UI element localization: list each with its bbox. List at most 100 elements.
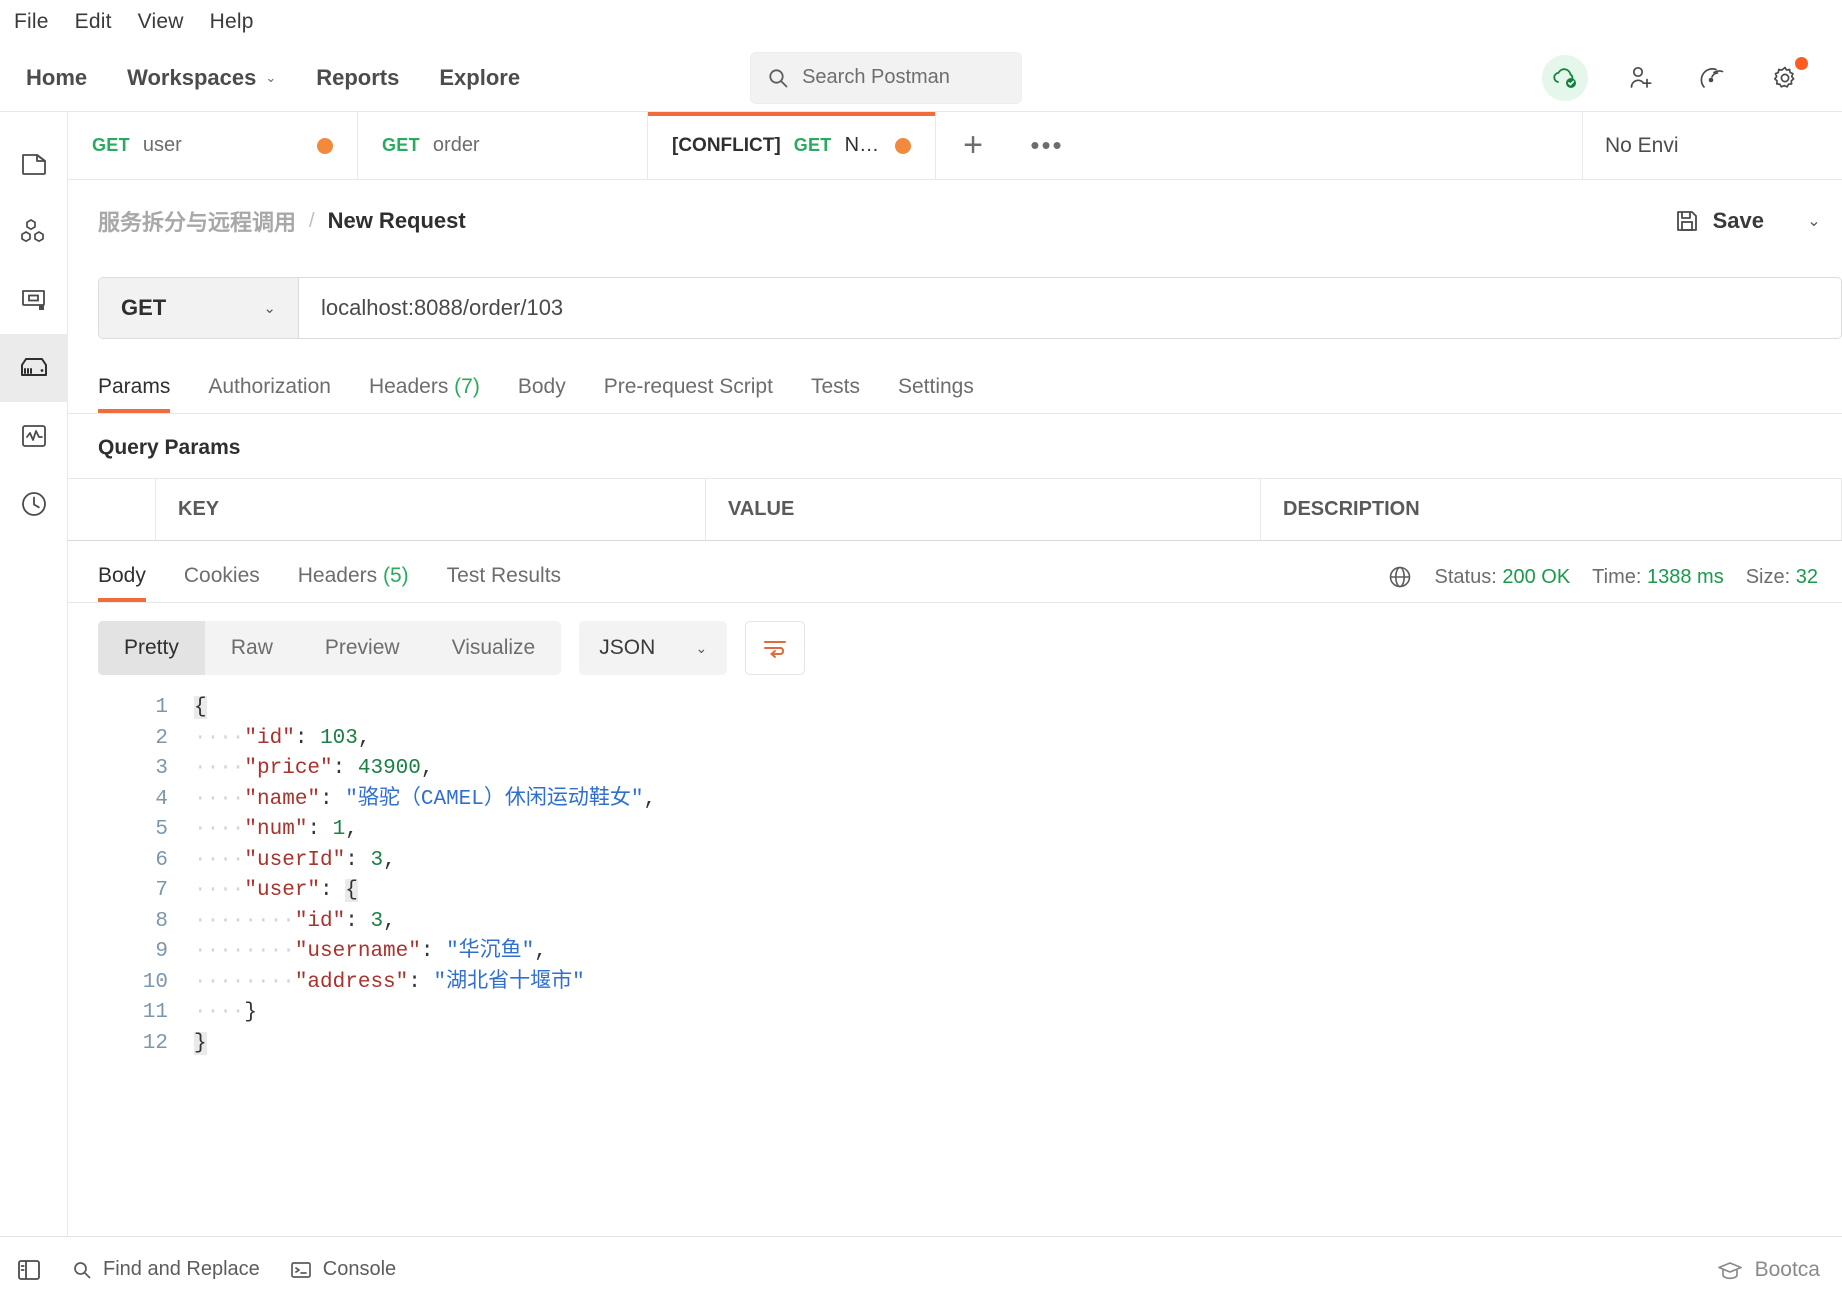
sidebar-toggle-icon[interactable] bbox=[16, 1258, 42, 1282]
tab-headers-label: Headers bbox=[368, 375, 449, 398]
chevron-down-icon: ⌄ bbox=[695, 639, 708, 656]
nav-explore[interactable]: Explore bbox=[439, 65, 520, 91]
code-line: ····"num": 1, bbox=[194, 818, 358, 841]
sidebar-item-environments[interactable] bbox=[0, 266, 68, 334]
line-number: 4 bbox=[155, 787, 168, 811]
line-number: 3 bbox=[155, 757, 168, 780]
code-line: ····"user": { bbox=[194, 879, 358, 902]
bootcamp-button[interactable]: Bootca bbox=[1717, 1258, 1820, 1282]
line-number: 8 bbox=[155, 909, 168, 933]
nav-home-label: Home bbox=[26, 64, 88, 90]
code-line: ········"id": 3, bbox=[194, 909, 396, 933]
tab-title: New ... bbox=[844, 134, 882, 156]
tab-title: user bbox=[142, 134, 182, 156]
tab-user[interactable]: GET user bbox=[68, 112, 358, 179]
tab-tests[interactable]: Tests bbox=[811, 375, 860, 413]
column-header-description: DESCRIPTION bbox=[1261, 479, 1842, 540]
breadcrumb-request-name[interactable]: New Request bbox=[328, 208, 466, 234]
response-tab-test-results-label: Test Results bbox=[446, 564, 562, 587]
tab-options-button[interactable]: ••• bbox=[1010, 112, 1084, 179]
tab-settings[interactable]: Settings bbox=[898, 375, 974, 413]
response-tab-headers[interactable]: Headers (5) bbox=[298, 564, 409, 602]
sidebar-item-mock-servers[interactable] bbox=[0, 334, 68, 402]
wrap-lines-button[interactable] bbox=[745, 621, 806, 675]
menu-edit[interactable]: Edit bbox=[75, 10, 112, 34]
save-group: Save ⌄ bbox=[1652, 195, 1842, 247]
tab-pre-request-script[interactable]: Pre-request Script bbox=[604, 375, 773, 413]
find-and-replace-button[interactable]: Find and Replace bbox=[72, 1258, 260, 1281]
method-select[interactable]: GET ⌄ bbox=[99, 278, 299, 338]
format-select[interactable]: JSON ⌄ bbox=[579, 621, 728, 675]
line-number-gutter: 1 2 3 4 5 6 7 8 9 10 11 12 bbox=[98, 693, 194, 1059]
tab-headers[interactable]: Headers (7) bbox=[369, 375, 480, 413]
tab-authorization[interactable]: Authorization bbox=[208, 375, 331, 413]
cloud-sync-icon[interactable] bbox=[1542, 54, 1588, 101]
save-options-caret[interactable]: ⌄ bbox=[1786, 195, 1842, 247]
wrap-lines-icon bbox=[761, 637, 789, 659]
settings-gear-icon[interactable] bbox=[1766, 56, 1808, 97]
menu-help[interactable]: Help bbox=[210, 10, 254, 34]
chevron-down-icon: ⌄ bbox=[265, 69, 277, 85]
tab-body[interactable]: Body bbox=[518, 375, 566, 413]
tab-params[interactable]: Params bbox=[98, 375, 171, 413]
sidebar-item-history[interactable] bbox=[0, 470, 68, 538]
terminal-icon bbox=[290, 1260, 312, 1280]
code-line: ····"name": "骆驼（CAMEL）休闲运动鞋女", bbox=[194, 787, 657, 811]
code-line: { bbox=[194, 696, 207, 719]
status-value: 200 OK bbox=[1502, 565, 1571, 588]
tab-tests-label: Tests bbox=[810, 375, 860, 398]
query-params-checkbox-col bbox=[68, 479, 156, 540]
sidebar-item-collections[interactable] bbox=[0, 130, 68, 198]
tab-order[interactable]: GET order bbox=[358, 112, 648, 179]
response-status-group: Status: 200 OK Time: 1388 ms Size: 32 bbox=[1387, 564, 1818, 602]
method-value: GET bbox=[121, 295, 167, 320]
new-tab-button[interactable]: + bbox=[936, 112, 1010, 179]
invite-user-icon[interactable] bbox=[1622, 59, 1660, 97]
menu-file[interactable]: File bbox=[14, 10, 49, 34]
request-section-tabs: Params Authorization Headers (7) Body Pr… bbox=[68, 354, 1842, 414]
url-bar: GET ⌄ localhost:8088/order/103 bbox=[98, 277, 1842, 339]
query-params-table: KEY VALUE DESCRIPTION bbox=[68, 478, 1842, 540]
response-tab-cookies[interactable]: Cookies bbox=[184, 564, 260, 602]
main-panel: GET user GET order [CONFLICT] GET New ..… bbox=[68, 112, 1842, 1236]
search-icon bbox=[72, 1260, 92, 1280]
nav-reports[interactable]: Reports bbox=[316, 65, 399, 91]
sidebar-item-monitors[interactable] bbox=[0, 402, 68, 470]
response-tab-test-results[interactable]: Test Results bbox=[447, 564, 561, 602]
line-number: 5 bbox=[155, 818, 168, 841]
response-body-code[interactable]: 1 2 3 4 5 6 7 8 9 10 11 12 {····"id": 103, ····"pric… bbox=[68, 693, 1842, 1236]
nav-workspaces[interactable]: Workspaces ⌄ bbox=[127, 65, 276, 91]
globe-icon[interactable] bbox=[1387, 564, 1413, 590]
view-mode-visualize[interactable]: Visualize bbox=[426, 621, 562, 675]
environment-selector[interactable]: No Envi bbox=[1582, 112, 1842, 179]
line-number: 6 bbox=[155, 848, 168, 872]
sidebar-item-apis[interactable] bbox=[0, 198, 68, 266]
nav-home[interactable]: Home bbox=[26, 65, 87, 91]
conflict-label: [CONFLICT] bbox=[672, 134, 781, 156]
view-mode-preview[interactable]: Preview bbox=[299, 621, 426, 675]
response-tab-body[interactable]: Body bbox=[98, 564, 146, 602]
save-label: Save bbox=[1712, 208, 1764, 233]
view-mode-pretty[interactable]: Pretty bbox=[98, 621, 205, 675]
line-number: 9 bbox=[155, 940, 168, 963]
menu-view[interactable]: View bbox=[138, 10, 184, 34]
url-input[interactable]: localhost:8088/order/103 bbox=[299, 278, 1841, 338]
view-mode-group: Pretty Raw Preview Visualize bbox=[98, 621, 562, 675]
request-tab-strip: GET user GET order [CONFLICT] GET New ..… bbox=[68, 112, 1842, 180]
console-button[interactable]: Console bbox=[290, 1258, 396, 1281]
body-wrap: GET user GET order [CONFLICT] GET New ..… bbox=[0, 112, 1842, 1236]
tab-new-request[interactable]: [CONFLICT] GET New ... bbox=[648, 112, 936, 179]
line-number: 12 bbox=[142, 1031, 168, 1055]
view-mode-raw[interactable]: Raw bbox=[205, 621, 299, 675]
code-line: ····"userId": 3, bbox=[194, 848, 396, 872]
breadcrumb-workspace[interactable]: 服务拆分与远程调用 bbox=[98, 205, 296, 237]
broadcast-icon[interactable] bbox=[1694, 59, 1732, 97]
chevron-down-icon: ⌄ bbox=[263, 300, 276, 317]
mock-server-icon bbox=[17, 351, 51, 385]
size-value: 32 bbox=[1795, 565, 1818, 588]
tab-pre-request-script-label: Pre-request Script bbox=[603, 375, 773, 398]
search-placeholder: Search Postman bbox=[802, 66, 950, 88]
save-button[interactable]: Save bbox=[1652, 195, 1786, 247]
search-input[interactable]: Search Postman bbox=[750, 51, 1023, 104]
response-tab-cookies-label: Cookies bbox=[183, 564, 260, 587]
